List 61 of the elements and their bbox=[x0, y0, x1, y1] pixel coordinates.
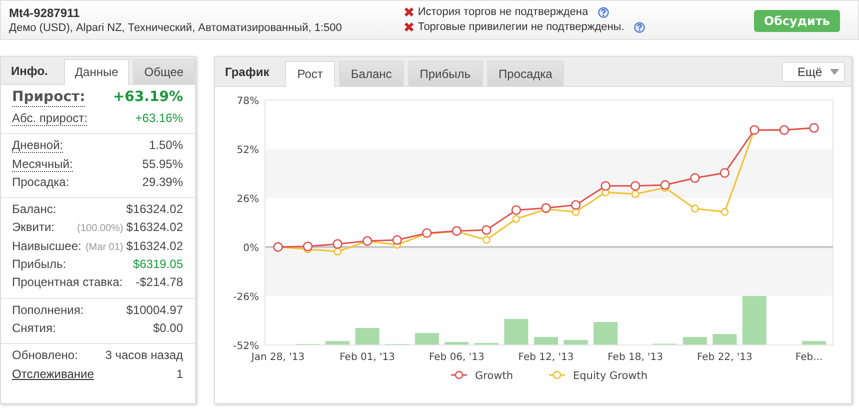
x-axis-label: Feb 22, '13 bbox=[696, 352, 752, 363]
y-axis-label: -52% bbox=[233, 341, 259, 352]
help-icon[interactable] bbox=[598, 6, 610, 18]
stat-value: $16324.02 bbox=[126, 238, 183, 253]
tab[interactable]: Общее bbox=[133, 59, 195, 84]
account-details: Демо (USD), Alpari NZ, Технический, Автоматизированный, 1:500 bbox=[9, 22, 342, 34]
caret-icon bbox=[830, 68, 839, 74]
x-axis-label: Feb 18, '13 bbox=[608, 352, 664, 363]
stat-value: 55.95% bbox=[142, 156, 183, 171]
x-axis-label: Feb 06, '13 bbox=[428, 352, 484, 363]
y-axis-label: -26% bbox=[233, 292, 259, 303]
stat-value: 3 часов назад bbox=[105, 348, 183, 362]
tab[interactable]: Рост bbox=[285, 61, 335, 87]
stat-value: $16324.02 bbox=[126, 220, 183, 234]
tab[interactable]: Баланс bbox=[338, 61, 404, 86]
x-axis-label: Feb 12, '13 bbox=[518, 352, 574, 363]
stat-note: (100.00%) bbox=[77, 223, 124, 234]
status-text: Торговые привилегии не подтверждены. bbox=[418, 21, 624, 33]
tracking-link[interactable]: Отслеживание bbox=[12, 366, 94, 381]
stat-value: $16324.02 bbox=[126, 202, 183, 216]
stat-value: $10004.97 bbox=[126, 302, 183, 317]
stat-value: $0.00 bbox=[152, 320, 183, 335]
panel-title: Инфо. bbox=[11, 64, 48, 78]
stat-label: Прибыль: bbox=[12, 257, 66, 272]
stat-label: Наивысшее: bbox=[12, 238, 82, 253]
y-axis-label: 52% bbox=[236, 145, 259, 156]
x-axis-label: Feb 01, '13 bbox=[340, 352, 396, 363]
stat-value: +63.19% bbox=[112, 89, 183, 105]
stat-label: Эквити: bbox=[12, 220, 54, 234]
more-dropdown[interactable]: Ещё bbox=[782, 62, 845, 82]
tab[interactable]: Данные bbox=[64, 59, 130, 85]
stat-label: Просадка: bbox=[12, 174, 70, 189]
stat-label: Дневной: bbox=[12, 139, 64, 154]
status-text: История торгов не подтверждена bbox=[418, 6, 588, 18]
legend-label: Growth bbox=[475, 370, 514, 382]
y-axis-label: 0% bbox=[243, 243, 259, 254]
stat-value: $6319.05 bbox=[132, 257, 183, 272]
tab[interactable]: Прибыль bbox=[408, 61, 483, 86]
legend-label: Equity Growth bbox=[573, 370, 648, 382]
stat-value: 1 bbox=[176, 366, 183, 381]
stat-label: Абс. прирост: bbox=[12, 112, 88, 126]
stat-value: 29.39% bbox=[142, 174, 183, 189]
stat-label: Баланс: bbox=[12, 202, 56, 216]
stat-value: -$214.78 bbox=[136, 275, 183, 290]
stat-value: +63.16% bbox=[135, 111, 183, 125]
stat-note: (Mar 01) bbox=[85, 242, 124, 253]
stat-label: Пополнения: bbox=[12, 302, 84, 317]
account-title: Mt4-9287911 bbox=[9, 6, 81, 20]
stat-label: Обновлено: bbox=[12, 348, 78, 362]
stat-value: 1.50% bbox=[148, 138, 183, 152]
stat-label: Прирост: bbox=[12, 89, 86, 107]
stat-label: Месячный: bbox=[12, 158, 73, 172]
panel-title: График bbox=[225, 64, 270, 78]
y-axis-label: 78% bbox=[236, 96, 259, 107]
x-axis-label: Jan 28, '13 bbox=[251, 352, 305, 363]
y-axis-label: 26% bbox=[236, 194, 259, 205]
help-icon[interactable] bbox=[634, 22, 646, 32]
x-axis-label: Feb... bbox=[795, 352, 823, 363]
tab[interactable]: Просадка bbox=[486, 61, 564, 86]
stat-label: Снятия: bbox=[12, 320, 56, 335]
stat-label: Процентная ставка: bbox=[12, 275, 123, 290]
